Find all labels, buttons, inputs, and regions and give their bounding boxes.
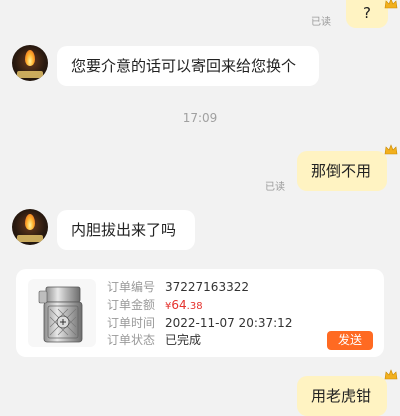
message-text: 那倒不用 — [311, 162, 372, 180]
crown-badge-icon — [384, 369, 398, 380]
message-bubble-other[interactable]: 内胆拔出来了吗 — [57, 210, 195, 250]
message-bubble-other[interactable]: 您要介意的话可以寄回来给您换个 — [57, 46, 319, 86]
message-text: 用老虎钳 — [311, 387, 372, 405]
avatar-tag — [17, 235, 43, 242]
avatar[interactable] — [12, 209, 48, 245]
order-time-row: 订单时间 2022-11-07 20:37:12 — [107, 315, 292, 331]
message-bubble-self[interactable]: ? — [346, 0, 388, 28]
order-amount-row: 订单金额 ¥64.38 — [107, 297, 203, 315]
order-number-row: 订单编号 37227163322 — [107, 279, 249, 295]
crown-badge-icon — [384, 0, 398, 9]
message-bubble-self[interactable]: 用老虎钳 — [297, 376, 387, 416]
message-bubble-self[interactable]: 那倒不用 — [297, 151, 387, 191]
order-status-label: 订单状态 — [107, 333, 156, 347]
product-image — [28, 279, 96, 347]
order-amount-value: ¥64.38 — [165, 298, 203, 312]
lighter-icon — [38, 286, 83, 343]
order-status-value: 已完成 — [165, 333, 202, 347]
avatar[interactable] — [12, 45, 48, 81]
timestamp: 17:09 — [182, 111, 218, 125]
avatar-tag — [17, 71, 43, 78]
flame-icon — [25, 214, 35, 230]
read-receipt: 已读 — [265, 182, 285, 193]
order-time-label: 订单时间 — [107, 316, 156, 330]
order-number-value: 37227163322 — [165, 280, 249, 294]
order-amount-label: 订单金额 — [107, 298, 156, 312]
message-text: 您要介意的话可以寄回来给您换个 — [71, 57, 297, 75]
read-receipt: 已读 — [311, 17, 331, 28]
chat-thread: ? 已读 您要介意的话可以寄回来给您换个 17:09 那倒不用 已读 内胆拔出来… — [0, 0, 400, 416]
send-button[interactable]: 发送 — [327, 331, 373, 350]
message-text: ? — [363, 4, 371, 22]
order-time-value: 2022-11-07 20:37:12 — [165, 316, 293, 330]
order-number-label: 订单编号 — [107, 280, 156, 294]
crown-badge-icon — [384, 144, 398, 155]
amount-decimal: .38 — [186, 301, 203, 312]
flame-icon — [25, 50, 35, 66]
amount-integer: 64 — [171, 298, 187, 312]
message-text: 内胆拔出来了吗 — [71, 221, 177, 239]
order-status-row: 订单状态 已完成 — [107, 332, 201, 348]
